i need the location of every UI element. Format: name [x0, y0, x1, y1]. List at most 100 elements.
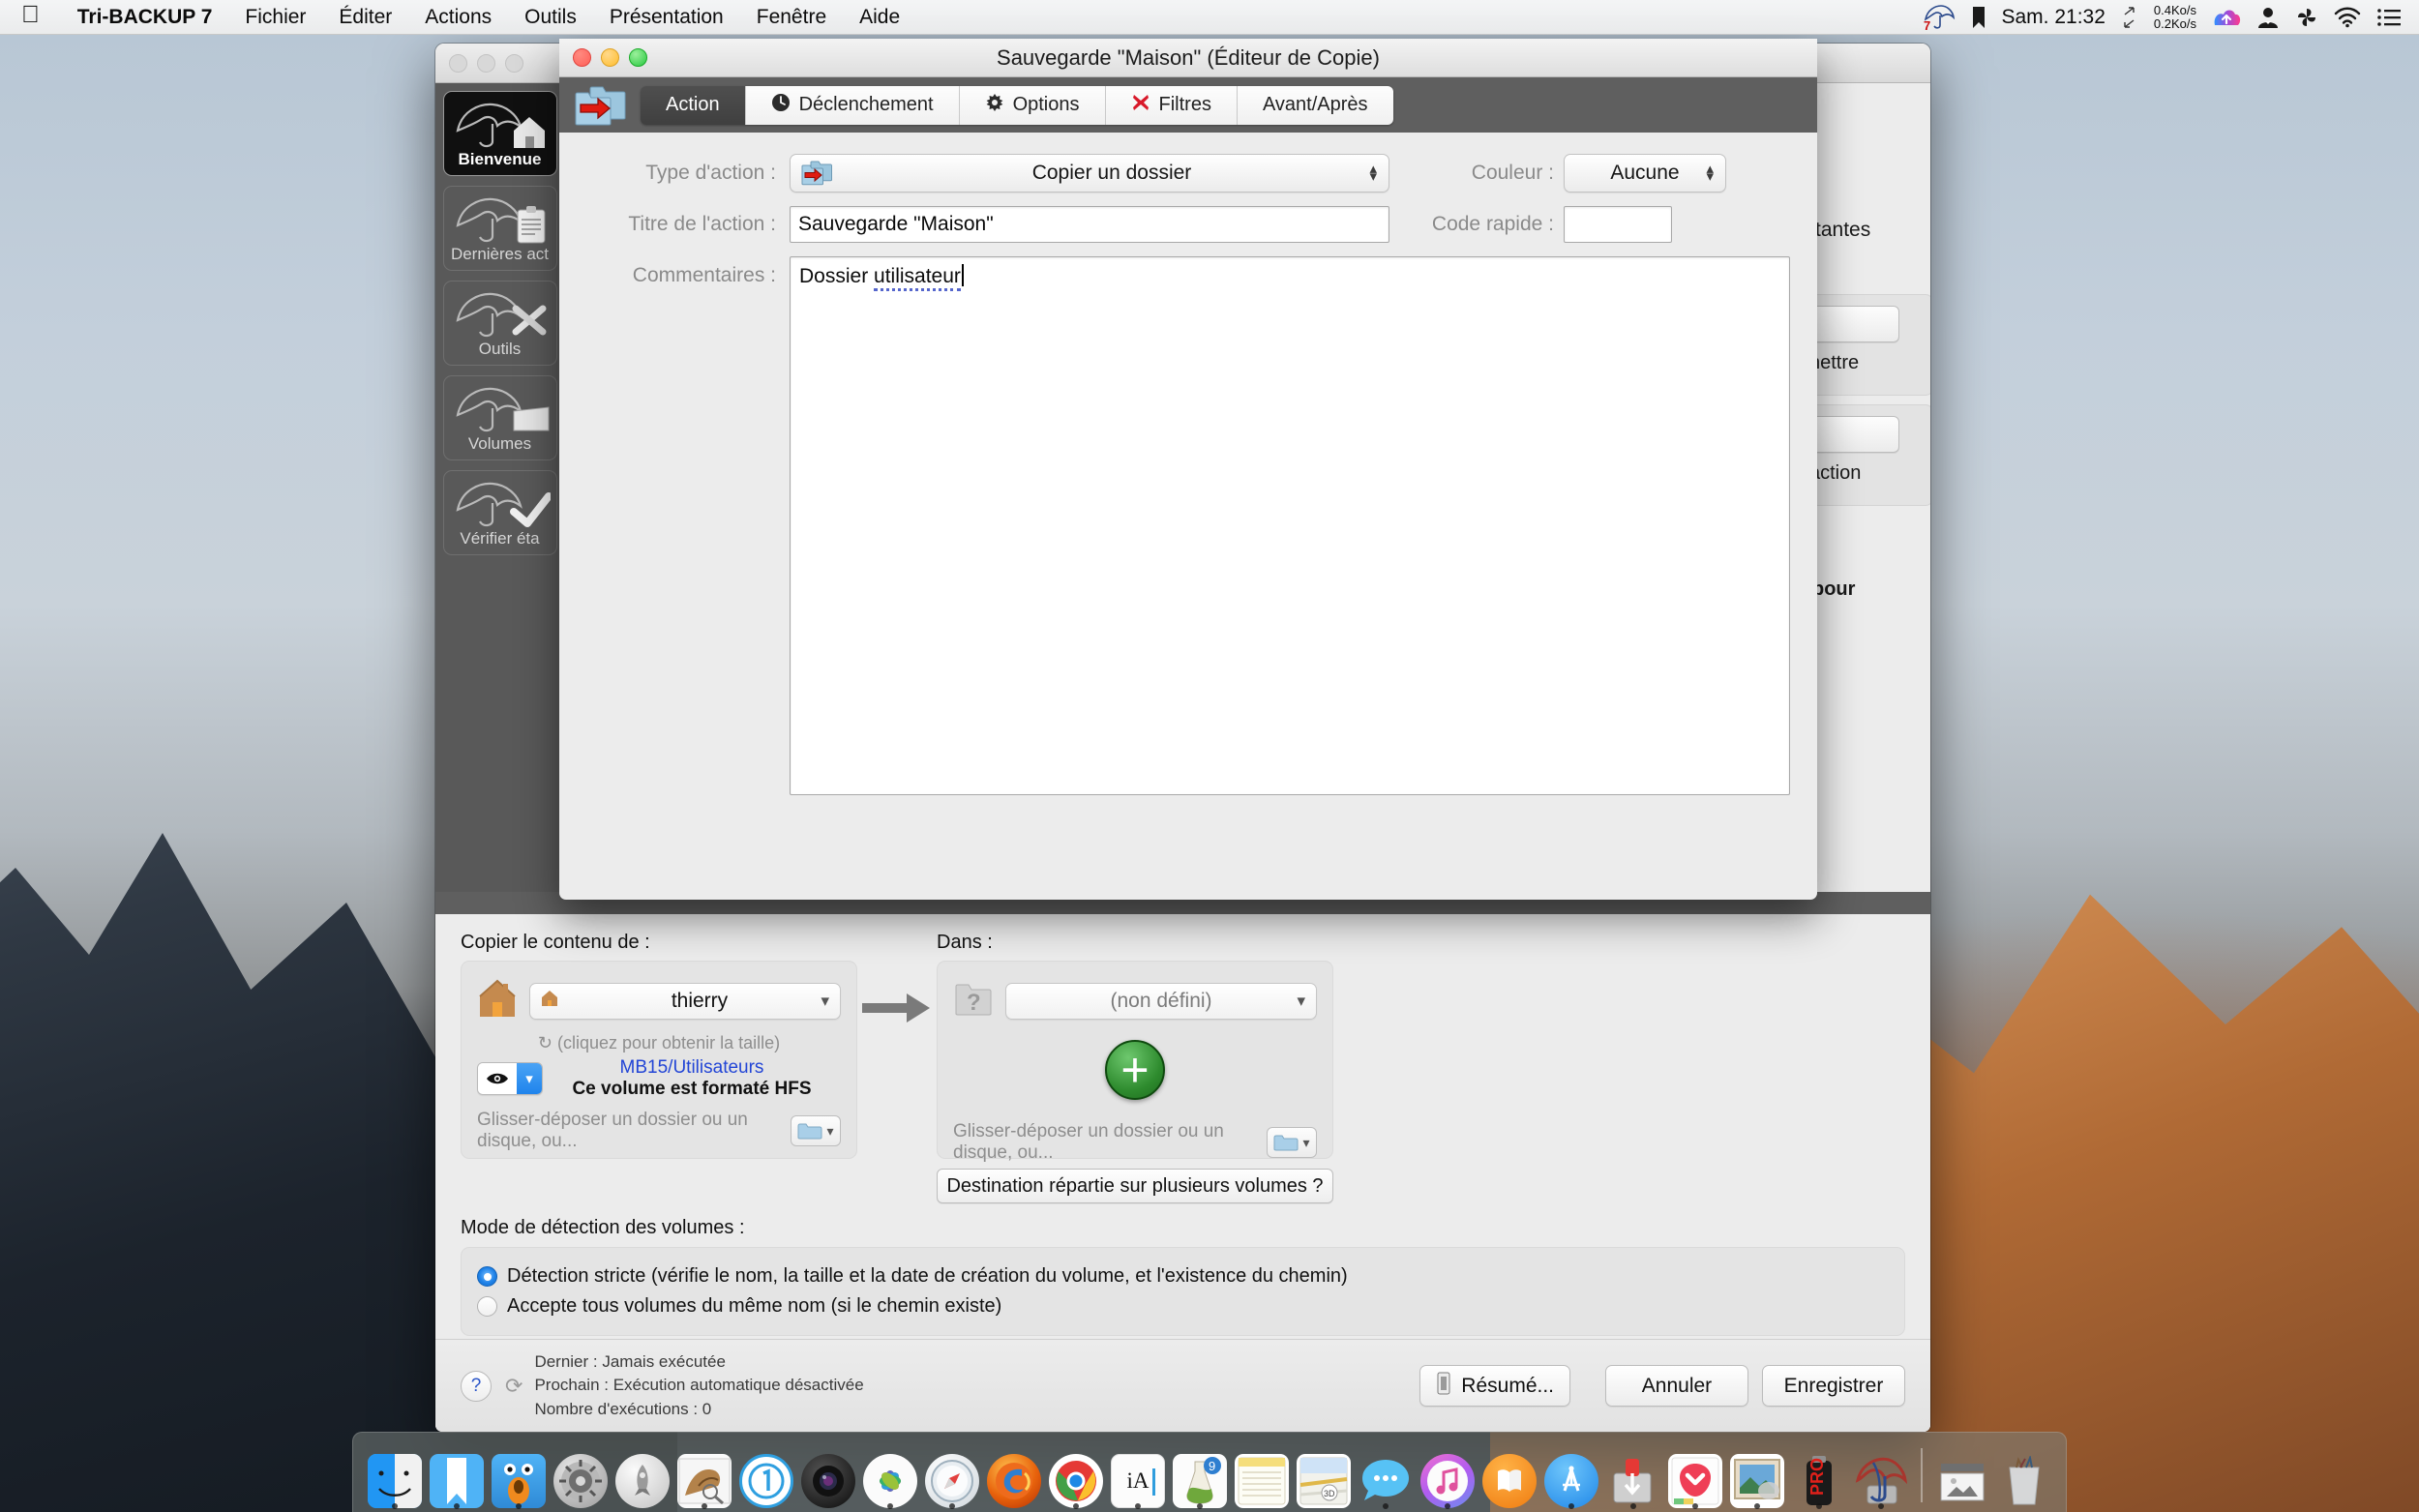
- wifi-icon[interactable]: [2334, 7, 2361, 28]
- menu-item-actions[interactable]: Actions: [408, 6, 508, 29]
- source-preview-button[interactable]: ▾: [477, 1062, 543, 1095]
- sidebar-item-label: Vérifier éta: [460, 529, 540, 548]
- pinwheel-icon[interactable]: [2295, 6, 2318, 29]
- tab-filtres[interactable]: Filtres: [1105, 85, 1238, 125]
- main-zoom-button[interactable]: [505, 53, 523, 73]
- sidebar-item-label: Volumes: [467, 434, 532, 453]
- tri-backup-menu-icon[interactable]: 7: [1923, 3, 1956, 32]
- action-title-input[interactable]: Sauvegarde "Maison": [790, 206, 1389, 243]
- dock-item-preview[interactable]: [1729, 1444, 1785, 1509]
- sidebar-item-dernieres-actions[interactable]: Dernières act: [442, 186, 557, 271]
- running-indicator: [1754, 1503, 1760, 1509]
- bookmark-icon[interactable]: [1971, 6, 1986, 29]
- stepper-icon[interactable]: ▴ ▾: [1706, 162, 1714, 184]
- dock-item-scrivener[interactable]: 9: [1172, 1444, 1228, 1509]
- refresh-icon[interactable]: ↻: [538, 1033, 552, 1052]
- sidebar-item-label: Outils: [478, 340, 522, 358]
- multi-volume-button[interactable]: Destination répartie sur plusieurs volum…: [937, 1169, 1333, 1203]
- menu-item-fenetre[interactable]: Fenêtre: [740, 6, 843, 29]
- dock-item-launchpad[interactable]: [614, 1444, 671, 1508]
- main-close-button[interactable]: [449, 53, 467, 73]
- one-password-icon: [739, 1454, 793, 1508]
- source-size-hint-row[interactable]: ↻ (cliquez pour obtenir la taille): [477, 1033, 841, 1053]
- main-minimize-button[interactable]: [477, 53, 495, 73]
- dock-item-transmission[interactable]: [1605, 1444, 1661, 1509]
- sidebar-item-volumes[interactable]: Volumes: [442, 375, 557, 460]
- shortcut-input[interactable]: [1564, 206, 1672, 243]
- radio-button[interactable]: [477, 1266, 497, 1287]
- menu-bar-clock[interactable]: Sam. 21:32: [2002, 6, 2105, 29]
- dock-item-notes[interactable]: [1234, 1444, 1290, 1508]
- menu-item-fichier[interactable]: Fichier: [228, 6, 322, 29]
- stepper-icon[interactable]: ▴ ▾: [1369, 162, 1377, 184]
- apple-logo-icon[interactable]: : [0, 3, 61, 27]
- tab-action[interactable]: Action: [641, 85, 746, 125]
- radio-button[interactable]: [477, 1296, 497, 1317]
- menu-item-presentation[interactable]: Présentation: [593, 6, 740, 29]
- notes-icon: [1235, 1454, 1289, 1508]
- menu-item-aide[interactable]: Aide: [843, 6, 916, 29]
- summary-button-label: Résumé...: [1461, 1374, 1554, 1397]
- source-volume-popup[interactable]: thierry ▾: [529, 982, 841, 1020]
- dock-item-messages[interactable]: [1358, 1444, 1414, 1509]
- notification-center-icon[interactable]: [2376, 8, 2402, 27]
- dock-item-bookmarks[interactable]: [429, 1444, 485, 1509]
- dock-item-chrome[interactable]: [1048, 1444, 1104, 1509]
- dock-item-app-store[interactable]: [1543, 1444, 1599, 1509]
- detection-option-strict[interactable]: Détection stricte (vérifie le nom, la ta…: [477, 1261, 1889, 1291]
- dock-item-trash[interactable]: [1996, 1444, 2052, 1508]
- dock-item-system-preferences[interactable]: [552, 1444, 609, 1508]
- dock-item-maps[interactable]: 3D: [1296, 1444, 1352, 1508]
- dock-item-pocket[interactable]: [1667, 1444, 1723, 1509]
- source-destination-row: Copier le contenu de : thierry ▾ ↻ (cliq…: [461, 932, 1905, 1203]
- sidebar-item-verifier-etat[interactable]: Vérifier éta: [442, 470, 557, 555]
- dock-item-firefox[interactable]: [986, 1444, 1042, 1508]
- dock-item-tri-backup[interactable]: [1853, 1444, 1909, 1509]
- dock-item-itunes[interactable]: [1419, 1444, 1476, 1509]
- stacks-folder-icon: [1935, 1454, 1989, 1508]
- dock-item-photos[interactable]: [862, 1444, 918, 1509]
- user-icon[interactable]: [2256, 6, 2280, 29]
- menu-item-outils[interactable]: Outils: [508, 6, 593, 29]
- dock-item-stacks-folder[interactable]: [1934, 1444, 1990, 1508]
- chevron-down-icon[interactable]: ▾: [517, 1063, 542, 1094]
- detection-option-samename[interactable]: Accepte tous volumes du même nom (si le …: [477, 1291, 1889, 1321]
- detection-option-label: Accepte tous volumes du même nom (si le …: [507, 1295, 1002, 1317]
- sidebar-item-outils[interactable]: Outils: [442, 281, 557, 366]
- dock-item-ia-writer[interactable]: iA: [1110, 1444, 1166, 1509]
- dock-item-ibooks[interactable]: [1481, 1444, 1538, 1508]
- dock-item-safari[interactable]: [924, 1444, 980, 1509]
- help-button[interactable]: ?: [461, 1370, 492, 1402]
- summary-button[interactable]: Résumé...: [1419, 1365, 1570, 1407]
- up-down-arrows-icon[interactable]: [2121, 6, 2138, 29]
- dock-item-mail[interactable]: [676, 1444, 732, 1509]
- tab-avant-apres[interactable]: Avant/Après: [1237, 85, 1393, 125]
- running-indicator: [392, 1503, 398, 1509]
- color-popup[interactable]: Aucune ▴ ▾: [1564, 154, 1726, 193]
- comments-textarea[interactable]: Dossier utilisateur: [790, 256, 1790, 795]
- destination-volume-popup[interactable]: (non défini) ▾: [1005, 982, 1317, 1020]
- menu-item-app[interactable]: Tri-BACKUP 7: [61, 6, 229, 29]
- source-choose-folder-button[interactable]: ▾: [790, 1115, 841, 1146]
- tab-avant-apres-label: Avant/Après: [1262, 94, 1368, 115]
- menu-item-editer[interactable]: Éditer: [322, 6, 408, 29]
- running-indicator: [1878, 1503, 1884, 1509]
- tab-declenchement[interactable]: Déclenchement: [745, 85, 960, 125]
- cloud-upload-icon[interactable]: [2212, 6, 2241, 29]
- cancel-button[interactable]: Annuler: [1605, 1365, 1748, 1407]
- sidebar-item-bienvenue[interactable]: Bienvenue: [442, 91, 557, 176]
- detection-section: Mode de détection des volumes : Détectio…: [461, 1217, 1905, 1336]
- network-rate-indicator[interactable]: 0.4Ko/s 0.2Ko/s: [2154, 3, 2196, 31]
- dock-item-camera[interactable]: [800, 1444, 856, 1508]
- add-destination-button[interactable]: +: [1105, 1040, 1165, 1100]
- save-button[interactable]: Enregistrer: [1762, 1365, 1905, 1407]
- dock-item-1password[interactable]: [738, 1444, 794, 1508]
- source-path-link[interactable]: MB15/Utilisateurs: [543, 1057, 841, 1079]
- tab-options[interactable]: Options: [959, 85, 1106, 125]
- dock-item-jpegmini-pro[interactable]: PRO: [1791, 1444, 1847, 1509]
- destination-choose-folder-button[interactable]: ▾: [1266, 1127, 1317, 1158]
- action-type-popup[interactable]: Copier un dossier ▴ ▾: [790, 154, 1389, 193]
- dock-item-tweetbot[interactable]: [491, 1444, 547, 1509]
- destination-panel: ? (non défini) ▾ + Glisser-déposer un do…: [937, 961, 1333, 1163]
- dock-item-finder[interactable]: [367, 1444, 423, 1509]
